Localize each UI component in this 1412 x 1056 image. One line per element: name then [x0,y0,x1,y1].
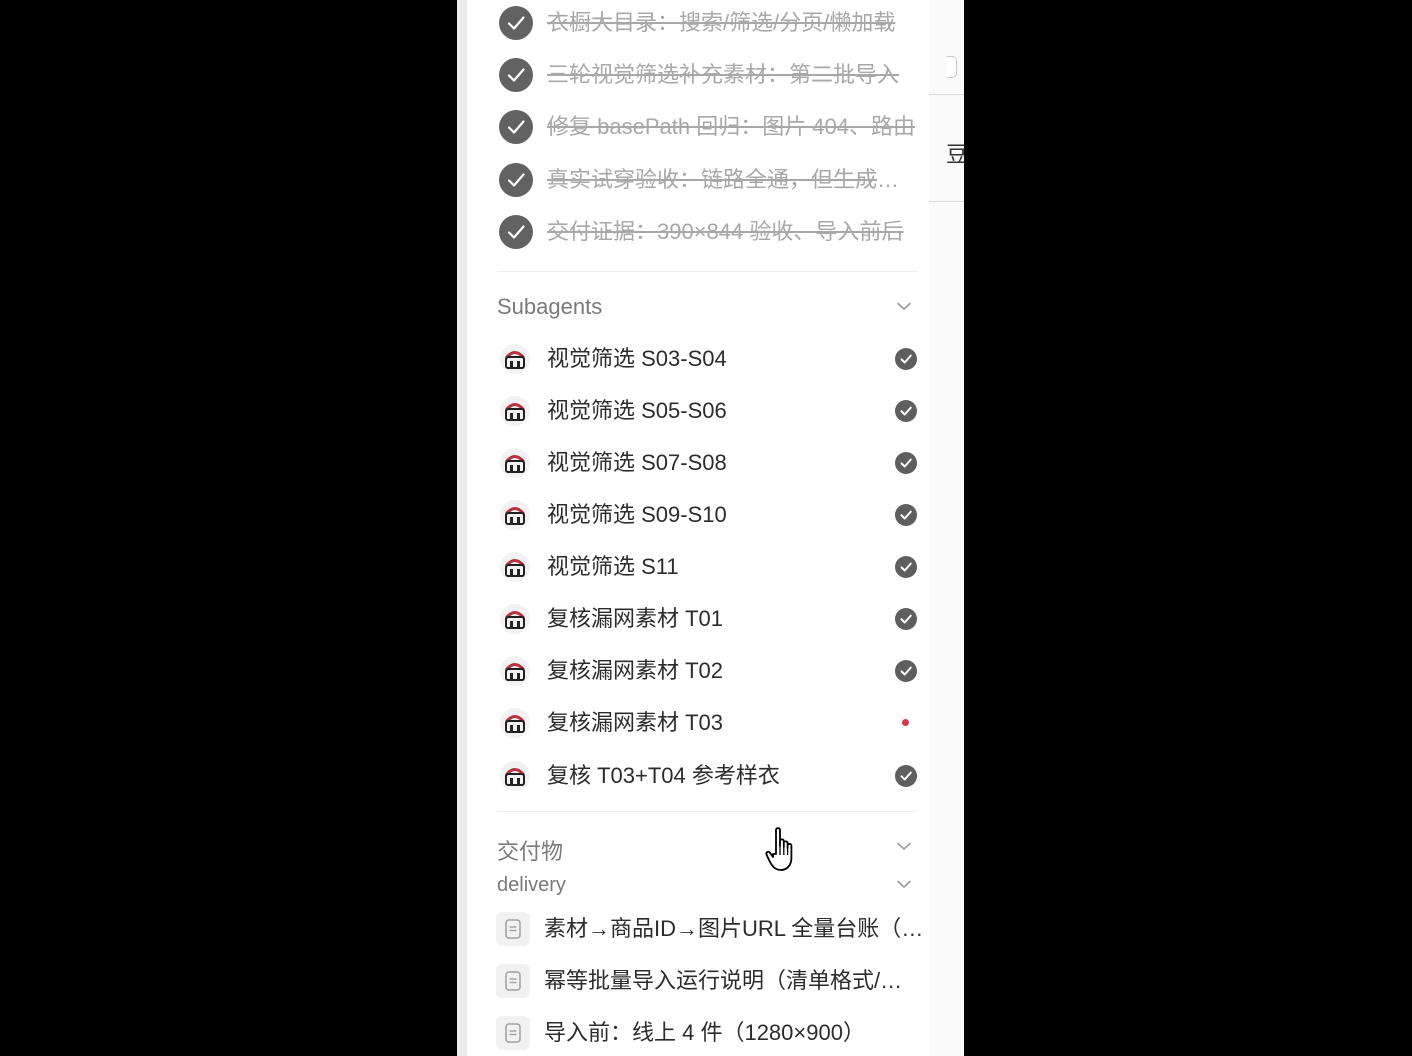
subagent-item[interactable]: 复核漏网素材 T03 [487,701,917,745]
background-divider [929,201,964,202]
check-circle-icon [895,765,917,787]
app-window: 豆 衣橱大目录：搜索/筛选/分页/懒加载 三轮视觉筛选补充素材：第二批导入 修复… [457,0,964,1056]
agent-avatar-icon [500,448,530,478]
check-circle-icon [895,556,917,578]
subagent-label: 视觉筛选 S05-S06 [547,398,727,423]
section-divider [497,271,917,272]
agent-avatar-icon [500,656,530,686]
agent-avatar-icon [500,396,530,426]
subagent-label: 视觉筛选 S11 [547,554,679,579]
background-toggle-control[interactable] [947,56,957,78]
check-circle-icon [499,215,533,249]
chevron-down-icon[interactable] [895,837,913,855]
agent-avatar-icon [500,761,530,791]
agent-avatar-icon [500,500,530,530]
background-divider [929,94,964,95]
chevron-down-icon[interactable] [895,297,913,315]
agent-avatar-icon [500,604,530,634]
document-icon [496,964,530,998]
subagent-label: 复核 T03+T04 参考样衣 [547,763,780,788]
todo-text: 三轮视觉筛选补充素材：第二批导入 [547,62,900,87]
deliverable-file[interactable]: 导入前：线上 4 件（1280×900） [487,1011,927,1055]
document-icon [496,1016,530,1050]
group-title: delivery [497,874,566,896]
deliverable-file[interactable]: 幂等批量导入运行说明（清单格式/参数） [487,959,927,1003]
todo-item[interactable]: 交付证据：390×844 验收、导入前后 [489,210,919,254]
check-circle-icon [499,110,533,144]
file-name: 素材→商品ID→图片URL 全量台账（CSV） [544,916,924,941]
check-circle-icon [499,6,533,40]
subagent-item[interactable]: 视觉筛选 S11 [487,545,917,589]
file-name: 幂等批量导入运行说明（清单格式/参数） [544,968,924,993]
subagent-label: 复核漏网素材 T02 [547,658,724,683]
deliverable-file[interactable]: 素材→商品ID→图片URL 全量台账（CSV） [487,907,927,951]
subagent-item[interactable]: 视觉筛选 S07-S08 [487,441,917,485]
todo-text: 修复 basePath 回归：图片 404、路由 [547,114,916,139]
subagent-label: 复核漏网素材 T03 [547,710,724,735]
check-circle-icon [895,504,917,526]
check-circle-icon [895,452,917,474]
check-circle-icon [895,348,917,370]
subagent-label: 复核漏网素材 T01 [547,606,724,631]
agent-avatar-icon [500,552,530,582]
subagent-item[interactable]: 视觉筛选 S09-S10 [487,493,917,537]
section-title: Subagents [497,294,603,319]
subagent-label: 视觉筛选 S09-S10 [547,502,727,527]
check-circle-icon [499,163,533,197]
todo-item[interactable]: 衣橱大目录：搜索/筛选/分页/懒加载 [489,1,919,45]
section-divider [497,811,917,812]
document-icon [496,912,530,946]
section-title: 交付物 [497,839,564,864]
todo-item[interactable]: 修复 basePath 回归：图片 404、路由 [489,105,919,149]
chevron-down-icon[interactable] [895,875,913,893]
subagent-item[interactable]: 复核漏网素材 T01 [487,597,917,641]
subagent-item[interactable]: 复核漏网素材 T02 [487,649,917,693]
delivery-group-header[interactable]: delivery [487,870,917,904]
check-circle-icon [895,660,917,682]
todo-item[interactable]: 真实试穿验收：链路全通，但生成结果 [489,158,919,202]
agent-avatar-icon [500,708,530,738]
todo-text: 交付证据：390×844 验收、导入前后 [547,219,904,244]
deliverables-header[interactable]: 交付物 [487,830,917,864]
todo-text: 衣橱大目录：搜索/筛选/分页/懒加载 [547,10,896,35]
check-circle-icon [895,400,917,422]
check-circle-icon [499,58,533,92]
running-status-dot [902,719,909,726]
hand-pointer-cursor-icon [765,827,793,871]
agent-avatar-icon [500,344,530,374]
file-name: 导入前：线上 4 件（1280×900） [544,1020,865,1045]
subagent-label: 视觉筛选 S03-S04 [547,346,727,371]
todo-item[interactable]: 三轮视觉筛选补充素材：第二批导入 [489,53,919,97]
subagent-label: 视觉筛选 S07-S08 [547,450,727,475]
subagent-item[interactable]: 视觉筛选 S03-S04 [487,337,917,381]
todo-text: 真实试穿验收：链路全通，但生成结果 [547,167,919,192]
agent-progress-panel: 衣橱大目录：搜索/筛选/分页/懒加载 三轮视觉筛选补充素材：第二批导入 修复 b… [467,0,929,1056]
background-text-fragment: 豆 [946,142,964,167]
check-circle-icon [895,608,917,630]
subagent-item[interactable]: 复核 T03+T04 参考样衣 [487,754,917,798]
subagent-item[interactable]: 视觉筛选 S05-S06 [487,389,917,433]
subagents-header[interactable]: Subagents [487,290,917,324]
